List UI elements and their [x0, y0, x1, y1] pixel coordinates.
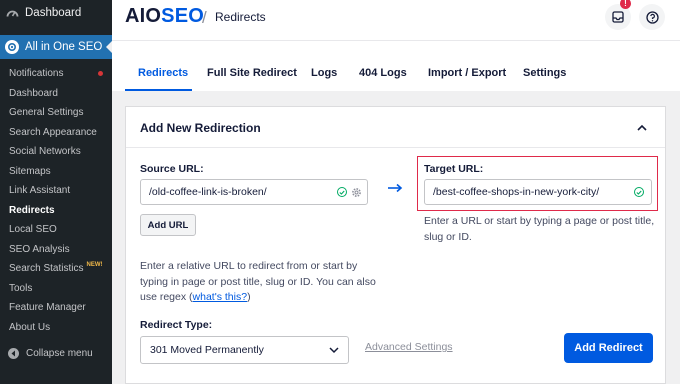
sidebar-item-tools[interactable]: Tools — [0, 279, 112, 299]
source-url-value: /old-coffee-link-is-broken/ — [149, 186, 267, 198]
card-title: Add New Redirection — [140, 121, 261, 135]
sidebar-item-feature-manager[interactable]: Feature Manager — [0, 298, 112, 318]
add-url-button[interactable]: Add URL — [140, 214, 196, 236]
help-line: typing in page or post title, slug or ID… — [140, 275, 376, 288]
tab-settings[interactable]: Settings — [523, 67, 566, 79]
breadcrumb: Redirects — [215, 10, 266, 24]
sidebar-item-label: Social Networks — [9, 146, 81, 158]
sidebar-item-label: Search Statistics — [9, 263, 84, 275]
redirect-type-select[interactable]: 301 Moved Permanently — [140, 336, 349, 364]
help-line: slug or ID. — [424, 230, 472, 243]
help-text-fragment: use regex ( — [140, 291, 193, 303]
sidebar-all-in-one-seo[interactable]: All in One SEO — [0, 35, 112, 59]
active-tab-indicator — [125, 89, 192, 91]
redirect-type-value: 301 Moved Permanently — [150, 344, 264, 356]
aioseo-logo-icon — [5, 40, 19, 54]
sidebar-submenu: Notifications Dashboard General Settings… — [0, 64, 112, 337]
help-button[interactable] — [639, 4, 665, 30]
tab-import-export[interactable]: Import / Export — [428, 67, 506, 79]
sidebar-item-notifications[interactable]: Notifications — [0, 64, 112, 84]
target-url-input[interactable]: /best-coffee-shops-in-new-york-city/ — [424, 179, 652, 205]
card-header[interactable]: Add New Redirection — [126, 107, 665, 148]
sidebar-item-local-seo[interactable]: Local SEO — [0, 220, 112, 240]
help-icon — [645, 10, 659, 24]
tab-404-logs[interactable]: 404 Logs — [359, 67, 407, 79]
tab-full-site-redirect[interactable]: Full Site Redirect — [207, 67, 297, 79]
target-url-label: Target URL: — [424, 163, 484, 175]
sidebar-item-label: Feature Manager — [9, 302, 86, 314]
page-header: AIOSEO / Redirects ! — [112, 0, 680, 41]
sidebar-dashboard-label: Dashboard — [25, 7, 82, 19]
source-url-input[interactable]: /old-coffee-link-is-broken/ — [140, 179, 368, 205]
sidebar-item-link-assistant[interactable]: Link Assistant — [0, 181, 112, 201]
sidebar-item-label: Link Assistant — [9, 185, 71, 197]
add-redirection-card: Add New Redirection Source URL: /old-cof… — [125, 106, 666, 384]
notification-count-badge: ! — [620, 0, 631, 9]
notification-dot — [98, 71, 103, 76]
sidebar-plugin-label: All in One SEO — [25, 41, 103, 53]
valid-check-icon — [634, 187, 644, 197]
sidebar-item-label: Local SEO — [9, 224, 57, 236]
logo-text-seo: SEO — [161, 5, 205, 27]
sidebar-item-seo-analysis[interactable]: SEO Analysis — [0, 240, 112, 260]
breadcrumb-separator: / — [202, 8, 207, 27]
sidebar-item-social-networks[interactable]: Social Networks — [0, 142, 112, 162]
sidebar-item-label: SEO Analysis — [9, 243, 70, 255]
sidebar-item-search-appearance[interactable]: Search Appearance — [0, 123, 112, 143]
sidebar-item-label: Redirects — [9, 204, 55, 216]
new-badge: NEW! — [86, 261, 103, 268]
help-line: Enter a URL or start by typing a page or… — [424, 215, 655, 227]
admin-sidebar: Dashboard All in One SEO Notifications D… — [0, 0, 112, 384]
whats-this-link[interactable]: what's this? — [193, 291, 248, 303]
chevron-up-icon[interactable] — [635, 120, 649, 134]
help-line: use regex (what's this?) — [140, 290, 380, 306]
gear-icon[interactable] — [351, 187, 362, 198]
collapse-arrow-icon — [8, 347, 19, 359]
sidebar-item-label: Dashboard — [9, 87, 58, 99]
redirect-type-label: Redirect Type: — [140, 319, 213, 331]
aioseo-logo: AIOSEO — [125, 5, 204, 28]
sidebar-item-about-us[interactable]: About Us — [0, 318, 112, 338]
tab-redirects[interactable]: Redirects — [138, 67, 188, 79]
sidebar-item-label: Tools — [9, 282, 33, 294]
redirect-tabs: Redirects Full Site Redirect Logs 404 Lo… — [112, 41, 680, 91]
collapse-menu-button[interactable]: Collapse menu — [0, 343, 112, 363]
add-redirect-button[interactable]: Add Redirect — [564, 333, 653, 363]
help-text-fragment: ) — [247, 291, 251, 303]
sidebar-item-label: Sitemaps — [9, 165, 51, 177]
target-url-value: /best-coffee-shops-in-new-york-city/ — [433, 186, 600, 198]
logo-text-aio: AIO — [125, 5, 162, 27]
dashboard-icon — [6, 7, 19, 20]
source-url-label: Source URL: — [140, 163, 204, 175]
advanced-settings-link[interactable]: Advanced Settings — [365, 341, 453, 353]
sidebar-dashboard-link[interactable]: Dashboard — [0, 0, 112, 26]
sidebar-item-redirects[interactable]: Redirects — [0, 201, 112, 221]
target-url-help: Enter a URL or start by typing a page or… — [424, 214, 664, 245]
inbox-icon — [612, 11, 624, 23]
sidebar-item-label: Search Appearance — [9, 126, 97, 138]
source-url-help: Enter a relative URL to redirect from or… — [140, 259, 380, 306]
sidebar-item-label: Notifications — [9, 68, 64, 80]
arrow-right-icon — [388, 183, 403, 193]
chevron-down-icon — [329, 347, 339, 354]
collapse-menu-label: Collapse menu — [26, 347, 93, 359]
sidebar-item-label: About Us — [9, 321, 51, 333]
valid-check-icon — [337, 187, 347, 197]
sidebar-item-label: General Settings — [9, 107, 84, 119]
sidebar-item-dashboard[interactable]: Dashboard — [0, 84, 112, 104]
sidebar-item-general-settings[interactable]: General Settings — [0, 103, 112, 123]
help-line: Enter a relative URL to redirect from or… — [140, 260, 358, 272]
tab-logs[interactable]: Logs — [311, 67, 337, 79]
sidebar-item-search-statistics[interactable]: Search Statistics NEW! — [0, 259, 112, 279]
sidebar-item-sitemaps[interactable]: Sitemaps — [0, 162, 112, 182]
